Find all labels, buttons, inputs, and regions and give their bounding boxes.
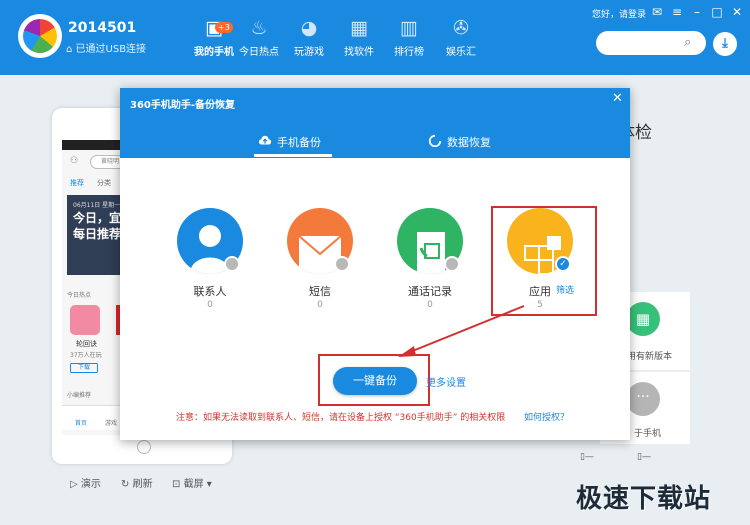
annotation-arrow xyxy=(398,305,525,357)
more-settings-link[interactable]: 更多设置 xyxy=(426,374,466,389)
watermark: 极速下载站 xyxy=(576,484,712,514)
one-click-backup-button[interactable]: 一键备份 xyxy=(333,367,417,395)
permission-notice: 注意：如果无法读取到联系人、短信，请在设备上授权 “360手机助手” 的相关权限 xyxy=(176,413,506,423)
how-to-authorize-link[interactable]: 如何授权？ xyxy=(524,410,569,423)
